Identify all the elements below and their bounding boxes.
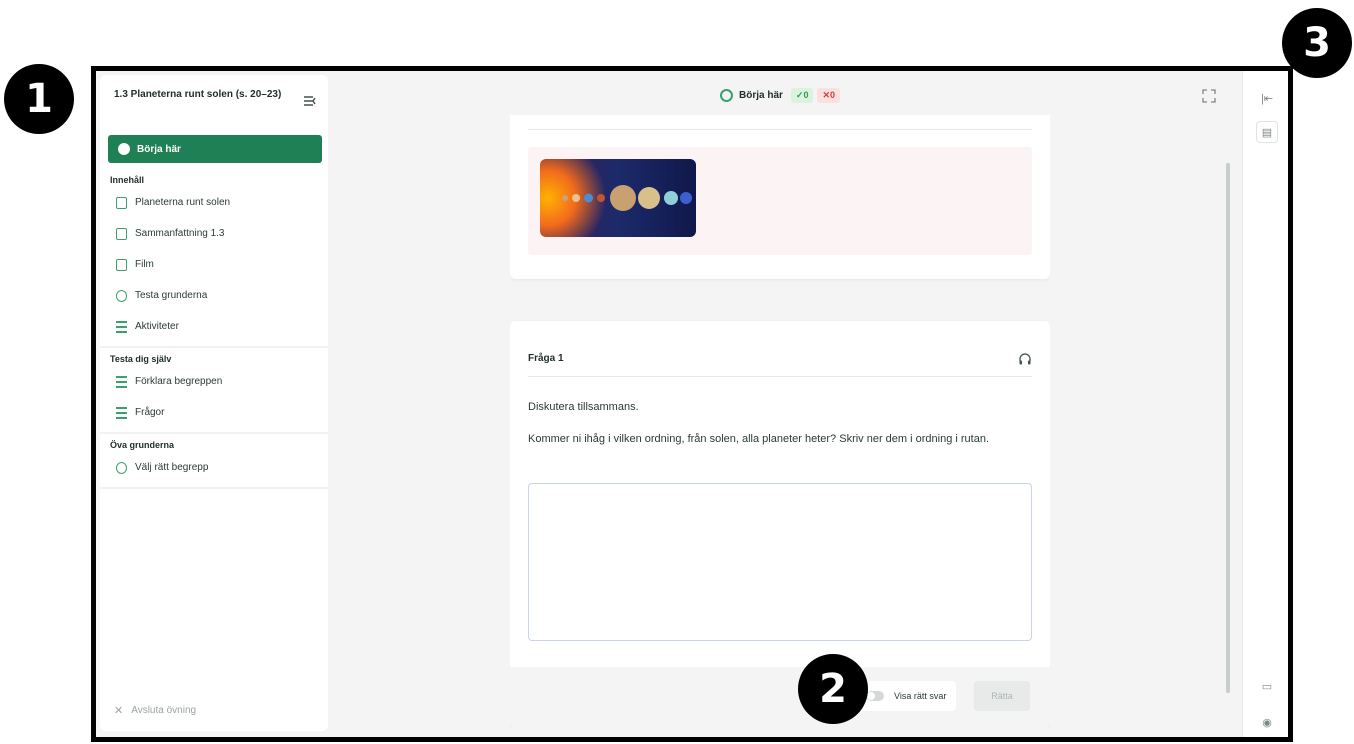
home-icon <box>720 88 733 102</box>
sidebar-item-film[interactable]: Film <box>100 249 328 280</box>
sidebar-item-label: Aktiviteter <box>135 321 179 332</box>
question-title: Fråga 1 <box>528 353 564 364</box>
section-title: Testa dig själv <box>110 354 172 364</box>
show-answer-toggle[interactable] <box>866 691 884 701</box>
question-card: Fråga 1 Diskutera tillsammans. Kommer ni… <box>510 321 1050 727</box>
sidebar-item-label: Börja här <box>137 143 181 155</box>
sidebar-header: 1.3 Planeterna runt solen (s. 20–23) <box>100 75 328 131</box>
sidebar-item-aktiviteter[interactable]: Aktiviteter <box>100 311 328 342</box>
sidebar: 1.3 Planeterna runt solen (s. 20–23) Bör… <box>100 75 328 731</box>
image-card <box>510 115 1050 279</box>
accessibility-icon[interactable]: ◉ <box>1256 711 1278 733</box>
document-icon <box>116 196 127 209</box>
image-container <box>528 147 1032 255</box>
sidebar-section-ova-grunderna: Öva grunderna Välj rätt begrepp <box>100 434 328 489</box>
section-title: Öva grunderna <box>110 440 175 450</box>
sidebar-item-label: Förklara begreppen <box>135 376 223 387</box>
correct-count-badge: ✓0 <box>790 87 814 103</box>
app-window: 1.3 Planeterna runt solen (s. 20–23) Bör… <box>91 66 1293 742</box>
fullscreen-icon[interactable] <box>1202 89 1216 103</box>
callout-1: 1 <box>4 64 74 134</box>
wrong-count-badge: ✕0 <box>817 87 840 103</box>
sidebar-section-testa-dig-sjalv: Testa dig själv Förklara begreppen Frågo… <box>100 348 328 434</box>
notes-icon[interactable]: ▤ <box>1256 121 1278 143</box>
sidebar-item-borja-har[interactable]: Börja här <box>108 135 322 163</box>
sidebar-item-testa-grunderna[interactable]: Testa grunderna <box>100 280 328 311</box>
question-header: Fråga 1 <box>528 341 1032 377</box>
list-icon <box>116 320 127 333</box>
question-footer: Visa rätt svar Rätta <box>510 667 1050 727</box>
show-answer-control: Visa rätt svar <box>858 681 957 711</box>
sidebar-item-fragor[interactable]: Frågor <box>100 397 328 428</box>
collapse-panel-icon[interactable]: |⇤ <box>1256 87 1278 109</box>
content-area: Fråga 1 Diskutera tillsammans. Kommer ni… <box>510 115 1050 727</box>
sidebar-item-sammanfattning[interactable]: Sammanfattning 1.3 <box>100 218 328 249</box>
question-text: Kommer ni ihåg i vilken ordning, från so… <box>528 433 990 445</box>
list-icon <box>116 406 127 419</box>
section-title: Innehåll <box>110 175 145 185</box>
sidebar-item-label: Testa grunderna <box>135 290 208 301</box>
document-icon <box>116 227 127 240</box>
lesson-title: 1.3 Planeterna runt solen (s. 20–23) <box>114 89 282 100</box>
callout-2: 2 <box>798 654 868 724</box>
sidebar-item-label: Välj rätt begrepp <box>135 462 209 473</box>
sidebar-item-label: Film <box>135 259 154 270</box>
home-icon <box>118 143 130 155</box>
show-answer-label: Visa rätt svar <box>894 691 947 701</box>
question-instruction: Diskutera tillsammans. <box>528 401 639 413</box>
close-icon: ✕ <box>114 705 124 717</box>
answer-textarea[interactable] <box>528 483 1032 641</box>
callout-3: 3 <box>1282 8 1352 78</box>
list-icon <box>116 375 127 388</box>
sidebar-item-label: Sammanfattning 1.3 <box>135 228 225 239</box>
collapse-menu-icon[interactable] <box>302 93 318 109</box>
check-answer-button[interactable]: Rätta <box>974 681 1030 711</box>
headphones-icon[interactable] <box>1018 352 1032 366</box>
scrollbar[interactable] <box>1226 163 1230 693</box>
comment-icon[interactable]: ▭ <box>1256 675 1278 697</box>
document-icon <box>116 258 127 271</box>
exit-label: Avsluta övning <box>131 705 197 716</box>
sidebar-item-label: Planeterna runt solen <box>135 197 231 208</box>
sidebar-section-innehall: Innehåll Planeterna runt solen Sammanfat… <box>100 169 328 348</box>
sidebar-item-forklara-begreppen[interactable]: Förklara begreppen <box>100 366 328 397</box>
solar-system-image <box>540 159 696 237</box>
top-bar: Börja här ✓0 ✕0 <box>332 75 1232 115</box>
divider <box>528 129 1032 130</box>
sidebar-item-label: Frågor <box>135 407 165 418</box>
quiz-icon <box>116 461 127 474</box>
page-title: Börja här <box>739 89 783 101</box>
sidebar-item-planeterna[interactable]: Planeterna runt solen <box>100 187 328 218</box>
quiz-icon <box>116 289 127 302</box>
sidebar-item-valj-ratt-begrepp[interactable]: Välj rätt begrepp <box>100 452 328 483</box>
right-rail: |⇤ ▤ ▭ ◉ <box>1242 71 1288 737</box>
exit-exercise-button[interactable]: ✕ Avsluta övning <box>114 704 196 717</box>
